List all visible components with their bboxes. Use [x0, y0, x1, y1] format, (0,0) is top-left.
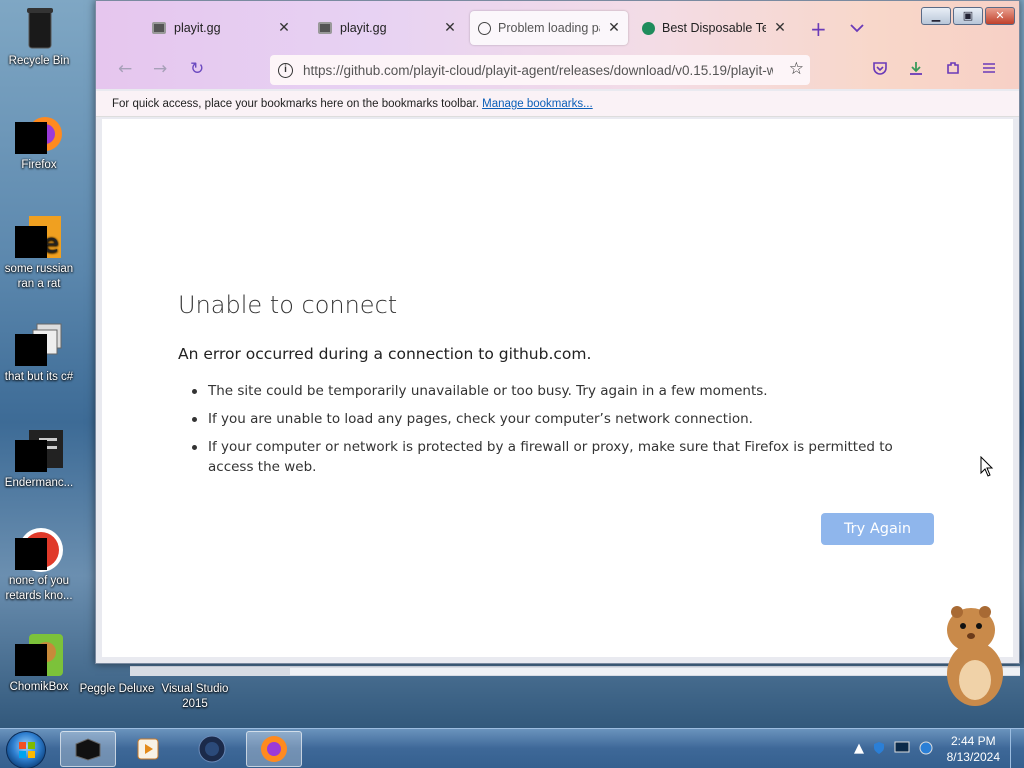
scrollbar-thumb[interactable] — [290, 668, 1020, 675]
bookmark-star-icon[interactable]: ☆ — [789, 59, 804, 79]
desktop-icon-label: that but its c# — [4, 371, 74, 383]
executable-icon: e — [15, 212, 63, 260]
desktop-icon-label: ChomikBox — [9, 681, 69, 693]
monitor-icon[interactable] — [894, 741, 910, 759]
desktop-icon-label: Recycle Bin — [8, 55, 70, 67]
close-icon[interactable]: ✕ — [606, 19, 622, 36]
program-icon — [15, 426, 63, 474]
shield-icon[interactable] — [872, 741, 886, 759]
desktop-icon-russian-rat[interactable]: e some russian ran a rat — [0, 212, 78, 292]
back-arrow-icon[interactable]: ← — [118, 59, 132, 79]
clock-date: 8/13/2024 — [946, 750, 1000, 764]
list-item: If your computer or network is protected… — [178, 437, 938, 477]
tab-problem-loading[interactable]: Problem loading page ✕ — [470, 11, 628, 45]
url-bar[interactable]: i https://github.com/playit-cloud/playit… — [270, 55, 810, 85]
desktop-icon-endermanch[interactable]: Endermanc... — [0, 426, 78, 491]
desktop-icon-firefox[interactable]: Firefox — [0, 108, 78, 173]
desktop-icon-chomikbox[interactable]: ChomikBox — [0, 630, 78, 695]
system-tray: ▲ — [854, 741, 934, 759]
download-icon[interactable] — [908, 60, 924, 80]
clock-time: 2:44 PM — [950, 734, 996, 748]
error-page: Unable to connect An error occurred duri… — [102, 119, 1013, 657]
close-window-button[interactable]: ✕ — [985, 7, 1015, 25]
tab-playit-2[interactable]: playit.gg ✕ — [268, 11, 464, 45]
error-suggestions: The site could be temporarily unavailabl… — [178, 381, 938, 485]
hamster-mascot-icon — [947, 606, 1003, 706]
taskbar-item-media-player[interactable] — [120, 731, 176, 767]
list-item: The site could be temporarily unavailabl… — [178, 381, 938, 401]
taskbar-item-firefox[interactable] — [246, 731, 302, 767]
chomikbox-icon — [15, 630, 63, 678]
forward-arrow-icon[interactable]: → — [153, 59, 167, 79]
taskbar-clock[interactable]: 2:44 PM 8/13/2024 — [947, 733, 1000, 765]
navigation-bar: ← → ↻ i https://github.com/playit-cloud/… — [96, 53, 1019, 87]
browser-toolbar: playit.gg ✕ playit.gg ✕ Problem loading … — [96, 1, 1019, 89]
red-circle-icon — [15, 524, 63, 572]
try-again-button[interactable]: Try Again — [821, 513, 934, 545]
show-hidden-icons-icon[interactable]: ▲ — [854, 741, 864, 759]
mouse-cursor-icon — [980, 456, 994, 477]
start-button[interactable] — [6, 731, 46, 768]
tab-title: Best Disposable Ter — [662, 21, 766, 35]
green-circle-icon — [642, 22, 655, 35]
new-tab-icon[interactable]: + — [810, 17, 827, 41]
taskbar-item-globe[interactable] — [184, 731, 240, 767]
playit-icon — [152, 22, 166, 34]
taskbar-item-terminal[interactable] — [60, 731, 116, 767]
playit-icon — [318, 22, 332, 34]
info-icon — [478, 22, 491, 35]
taskbar: ▲ 2:44 PM 8/13/2024 — [0, 728, 1024, 768]
firefox-window: playit.gg ✕ playit.gg ✕ Problem loading … — [95, 0, 1020, 664]
firefox-icon — [15, 108, 63, 156]
desktop-icon-label: Peggle Deluxe — [79, 683, 155, 695]
show-desktop-button[interactable] — [1010, 729, 1024, 768]
chevron-down-icon[interactable] — [850, 21, 864, 37]
maximize-button[interactable]: ▣ — [953, 7, 983, 25]
desktop-icon-visual-studio[interactable]: Visual Studio 2015 — [156, 672, 234, 712]
desktop-icon-label: Visual Studio 2015 — [161, 683, 229, 710]
manage-bookmarks-link[interactable]: Manage bookmarks... — [482, 98, 593, 110]
site-info-icon[interactable]: i — [278, 62, 293, 78]
tab-disposable[interactable]: Best Disposable Ter ✕ — [632, 11, 794, 45]
menu-icon[interactable] — [981, 60, 997, 80]
network-icon[interactable] — [918, 741, 934, 759]
url-text[interactable]: https://github.com/playit-cloud/playit-a… — [303, 63, 773, 78]
desktop-icon-label: none of you retards kno... — [5, 575, 73, 602]
extensions-icon[interactable] — [945, 60, 961, 80]
bookmarks-hint: For quick access, place your bookmarks h… — [112, 98, 479, 110]
desktop-icon-recycle-bin[interactable]: Recycle Bin — [0, 4, 78, 69]
horizontal-scrollbar[interactable] — [130, 666, 1020, 676]
window-stack-icon — [15, 320, 63, 368]
bookmarks-toolbar: For quick access, place your bookmarks h… — [96, 91, 1019, 117]
close-icon[interactable]: ✕ — [772, 19, 788, 36]
tab-title: Problem loading page — [498, 21, 600, 35]
tab-strip: playit.gg ✕ playit.gg ✕ Problem loading … — [102, 11, 892, 45]
tab-title: playit.gg — [174, 21, 221, 35]
error-subtitle: An error occurred during a connection to… — [178, 345, 592, 363]
reload-icon[interactable]: ↻ — [190, 59, 204, 79]
tab-title: playit.gg — [340, 21, 387, 35]
desktop-icon-label: some russian ran a rat — [4, 263, 74, 290]
desktop-icon-label: Endermanc... — [4, 477, 74, 489]
list-item: If you are unable to load any pages, che… — [178, 409, 938, 429]
desktop-icon-none-of-you[interactable]: none of you retards kno... — [0, 524, 78, 604]
recycle-bin-icon — [15, 4, 63, 52]
desktop-icon-csharp[interactable]: that but its c# — [0, 320, 78, 385]
minimize-button[interactable]: ▁ — [921, 7, 951, 25]
window-controls: ▁ ▣ ✕ — [921, 7, 1015, 25]
error-title: Unable to connect — [178, 291, 398, 319]
pocket-icon[interactable] — [872, 60, 888, 80]
close-icon[interactable]: ✕ — [442, 19, 458, 36]
desktop-icon-label: Firefox — [21, 159, 57, 171]
